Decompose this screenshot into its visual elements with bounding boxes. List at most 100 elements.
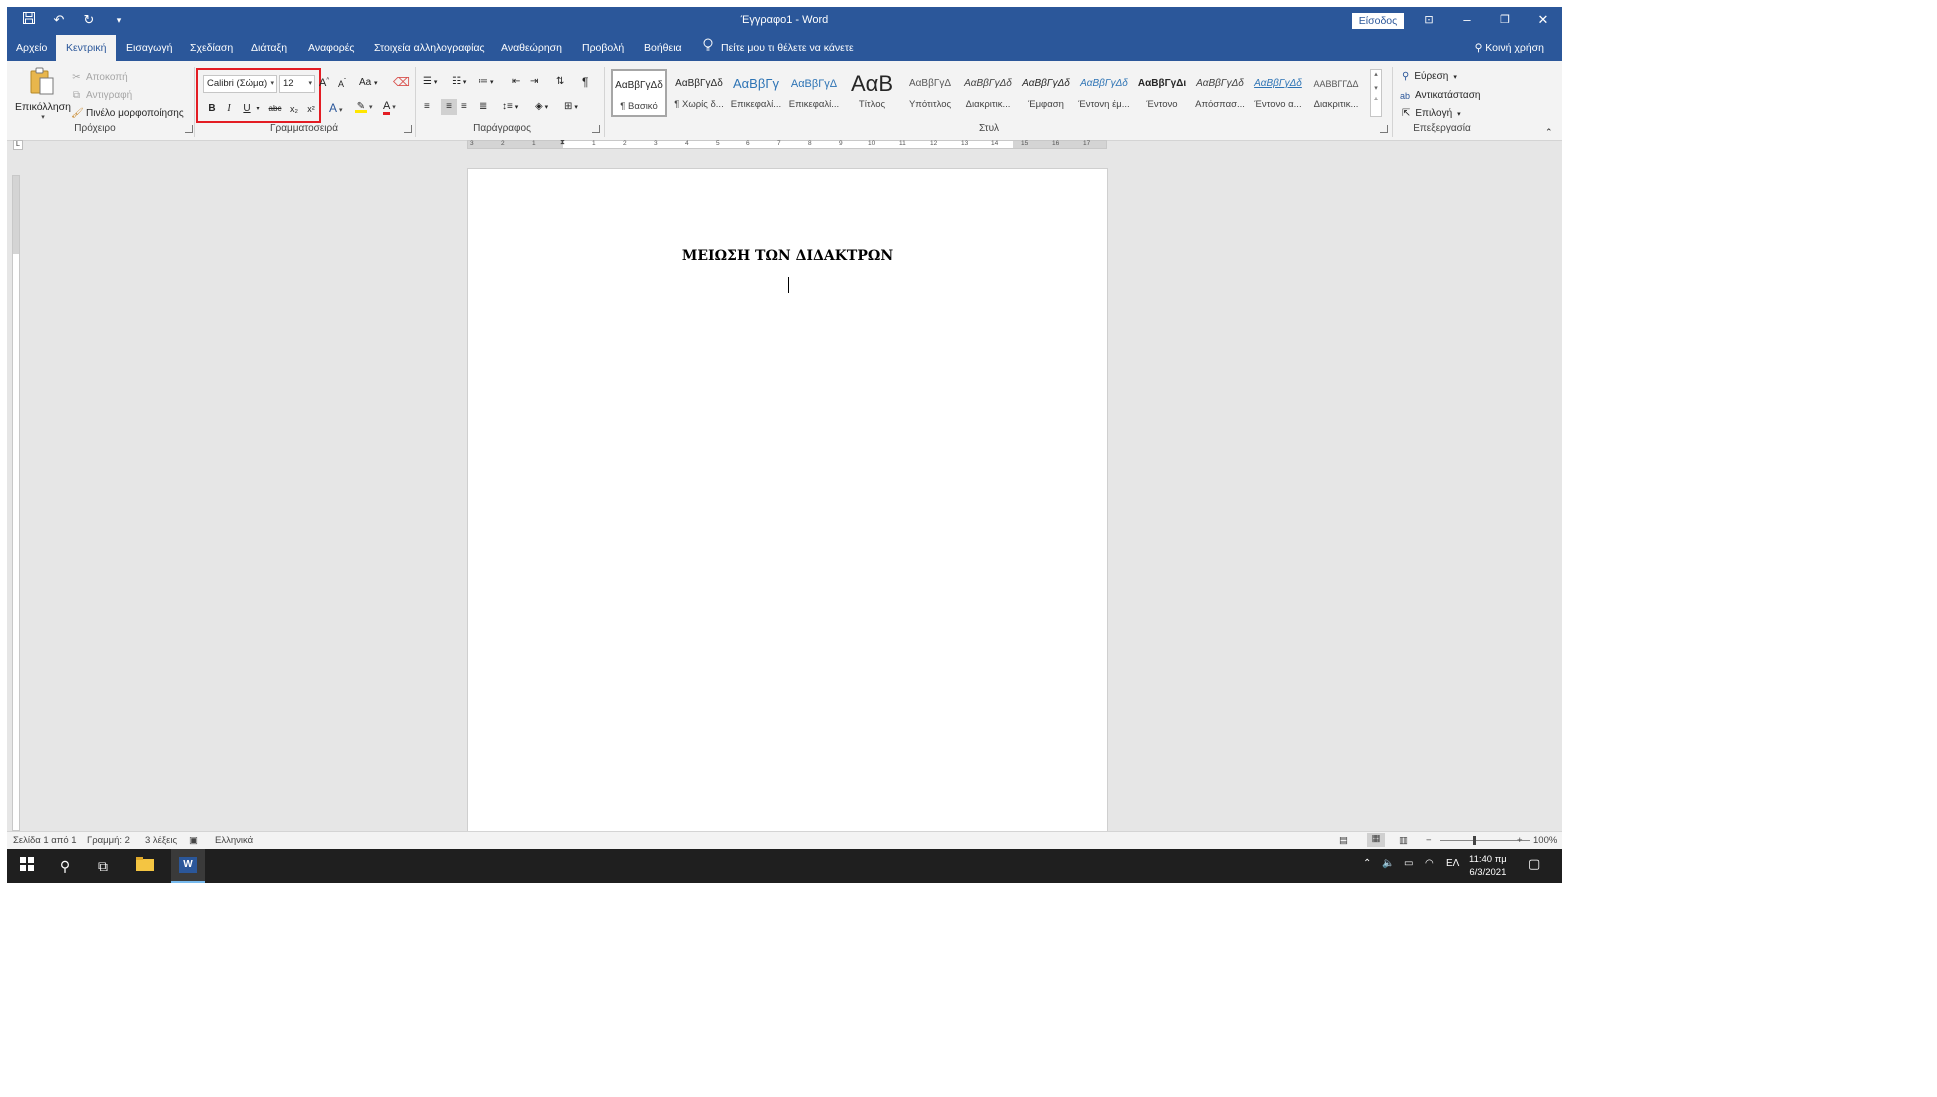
grow-font-button[interactable]: A^ (319, 77, 329, 89)
horizontal-ruler[interactable]: 3 2 1 1 2 3 4 5 6 7 8 9 10 11 12 13 14 1… (467, 139, 1107, 149)
styles-gallery-scroll[interactable]: ▴ ▾ ⩡ (1370, 69, 1382, 117)
tab-mailings[interactable]: Στοιχεία αλληλογραφίας (374, 35, 485, 61)
tab-layout[interactable]: Διάταξη (251, 35, 287, 61)
paste-button[interactable]: Επικόλληση ▾ (15, 101, 71, 121)
style-emphasis[interactable]: ΑαΒβΓγΔδ Έμφαση (1018, 69, 1074, 117)
show-marks-icon[interactable]: ¶ (582, 75, 588, 89)
multilevel-list-icon[interactable]: ≔ ▾ (478, 76, 493, 87)
notifications-icon[interactable]: ▢ (1528, 856, 1540, 872)
line-number[interactable]: Γραμμή: 2 (87, 835, 130, 846)
copy-button[interactable]: ⧉ Αντιγραφή (71, 90, 132, 101)
clear-formatting-icon[interactable]: ⌫ (393, 75, 410, 89)
sign-in-button[interactable]: Είσοδος (1352, 13, 1404, 29)
tab-references[interactable]: Αναφορές (308, 35, 355, 61)
more-icon[interactable]: ⩡ (1371, 96, 1381, 104)
ribbon-display-options-icon[interactable]: ⊡ (1410, 7, 1448, 35)
tab-help[interactable]: Βοήθεια (644, 35, 682, 61)
paragraph-launcher-icon[interactable] (592, 125, 600, 133)
taskbar-clock[interactable]: 11:40 πμ 6/3/2021 (1469, 853, 1507, 879)
find-button[interactable]: ⚲ Εύρεση ▾ (1402, 71, 1457, 82)
print-layout-icon[interactable]: ▦ (1367, 833, 1385, 847)
borders-icon[interactable]: ⊞ ▾ (564, 101, 578, 112)
chevron-down-icon[interactable]: ▾ (1371, 84, 1381, 92)
font-color-button[interactable]: A ▾ (383, 101, 396, 115)
sort-icon[interactable]: ⇅ (556, 76, 564, 87)
zoom-level[interactable]: 100% (1533, 835, 1557, 846)
style-heading-1[interactable]: ΑαΒβΓγ Επικεφαλί... (728, 69, 784, 117)
tab-file[interactable]: Αρχείο (16, 35, 47, 61)
justify-icon[interactable]: ≣ (479, 101, 487, 112)
web-layout-icon[interactable]: ▥ (1399, 835, 1408, 846)
cut-button[interactable]: ✂ Αποκοπή (71, 72, 127, 83)
style-strong[interactable]: ΑαΒβΓγΔι Έντονο (1134, 69, 1190, 117)
battery-icon[interactable]: ▭ (1404, 858, 1413, 869)
share-button[interactable]: ⚲ Κοινή χρήση (1475, 35, 1544, 61)
text-effects-button[interactable]: A ▾ (329, 101, 342, 115)
document-title[interactable]: ΜΕΙΩΣΗ ΤΩΝ ΔΙΔΑΚΤΡΩΝ (468, 248, 1107, 264)
font-name-select[interactable]: Calibri (Σώμα) ▾ (203, 75, 277, 93)
underline-button[interactable]: U (240, 102, 254, 116)
align-left-icon[interactable]: ≡ (424, 101, 430, 112)
style-no-spacing[interactable]: ΑαΒβΓγΔδ ¶ Χωρίς δ... (671, 69, 727, 117)
increase-indent-icon[interactable]: ⇥ (530, 76, 538, 87)
language[interactable]: Ελληνικά (215, 835, 253, 846)
input-language[interactable]: ΕΛ (1446, 858, 1459, 869)
numbering-icon[interactable]: ☷ ▾ (452, 76, 466, 87)
style-subtitle[interactable]: ΑαΒβΓγΔ Υπότιτλος (902, 69, 958, 117)
tab-selector[interactable]: L (13, 140, 23, 150)
zoom-out-icon[interactable]: − (1426, 835, 1432, 846)
zoom-slider-thumb[interactable] (1473, 836, 1476, 845)
tab-view[interactable]: Προβολή (582, 35, 624, 61)
restore-icon[interactable]: ❐ (1486, 7, 1524, 35)
replace-button[interactable]: ab Αντικατάσταση (1400, 90, 1480, 101)
style-quote[interactable]: ΑαΒβΓγΔδ Απόσπασ... (1192, 69, 1248, 117)
volume-icon[interactable]: 🔈 (1382, 858, 1394, 869)
tab-home[interactable]: Κεντρική (56, 35, 117, 61)
highlight-color-button[interactable]: ✎ ▾ (355, 101, 372, 113)
page-count[interactable]: Σελίδα 1 από 1 (13, 835, 77, 846)
style-intense-emphasis[interactable]: ΑαΒβΓγΔδ Έντονη έμ... (1076, 69, 1132, 117)
word-count[interactable]: 3 λέξεις (145, 835, 177, 846)
subscript-button[interactable]: x₂ (287, 102, 301, 116)
shading-icon[interactable]: ◈ ▾ (535, 101, 548, 112)
styles-launcher-icon[interactable] (1380, 125, 1388, 133)
windows-start-icon[interactable] (17, 856, 37, 876)
decrease-indent-icon[interactable]: ⇤ (512, 76, 520, 87)
close-icon[interactable]: ✕ (1524, 7, 1562, 35)
bold-button[interactable]: B (205, 102, 219, 116)
align-center-icon[interactable]: ≡ (441, 99, 457, 115)
read-mode-icon[interactable]: ▤ (1339, 835, 1348, 846)
zoom-in-icon[interactable]: + (1517, 835, 1523, 846)
change-case-button[interactable]: Aa ▾ (359, 77, 378, 88)
style-subtle-emphasis[interactable]: ΑαΒβΓγΔδ Διακριτικ... (960, 69, 1016, 117)
indent-marker-icon[interactable]: ⧗ (560, 139, 565, 147)
file-explorer-icon[interactable] (135, 856, 155, 876)
style-heading-2[interactable]: ΑαΒβΓγΔ Επικεφαλί... (786, 69, 842, 117)
underline-dropdown-icon[interactable]: ▾ (254, 102, 262, 116)
shrink-font-button[interactable]: Aˇ (338, 79, 346, 89)
vertical-ruler[interactable] (12, 175, 20, 831)
search-icon[interactable]: ⚲ (55, 856, 75, 876)
line-spacing-icon[interactable]: ↕≡ ▾ (502, 101, 518, 112)
tell-me-box[interactable]: Πείτε μου τι θέλετε να κάνετε (703, 35, 854, 61)
select-button[interactable]: ⇱ Επιλογή ▾ (1402, 108, 1461, 119)
strikethrough-button[interactable]: abc (266, 102, 284, 116)
style-normal[interactable]: ΑαΒβΓγΔδ ¶ Βασικό (611, 69, 667, 117)
font-size-select[interactable]: 12 ▾ (279, 75, 315, 93)
tray-chevron-up-icon[interactable]: ⌃ (1363, 858, 1371, 869)
superscript-button[interactable]: x² (304, 102, 318, 116)
style-title[interactable]: ΑαΒ Τίτλος (844, 69, 900, 117)
chevron-up-icon[interactable]: ▴ (1371, 70, 1381, 78)
style-subtle-reference[interactable]: ΑΑΒΒΓΓΔΔ Διακριτικ... (1308, 69, 1364, 117)
word-taskbar-button[interactable]: W (171, 849, 205, 883)
font-launcher-icon[interactable] (404, 125, 412, 133)
tab-design[interactable]: Σχεδίαση (190, 35, 233, 61)
style-intense-quote[interactable]: ΑαΒβΓγΔδ Έντονο α... (1250, 69, 1306, 117)
paste-icon[interactable] (29, 67, 55, 97)
format-painter-button[interactable]: 🖌 Πινέλο μορφοποίησης (71, 108, 184, 119)
proofing-icon[interactable]: ▣ (189, 835, 198, 846)
minimize-icon[interactable]: – (1448, 7, 1486, 35)
align-right-icon[interactable]: ≡ (461, 101, 467, 112)
collapse-ribbon-icon[interactable]: ⌃ (1545, 127, 1553, 138)
wifi-icon[interactable]: ◠ (1425, 858, 1434, 869)
